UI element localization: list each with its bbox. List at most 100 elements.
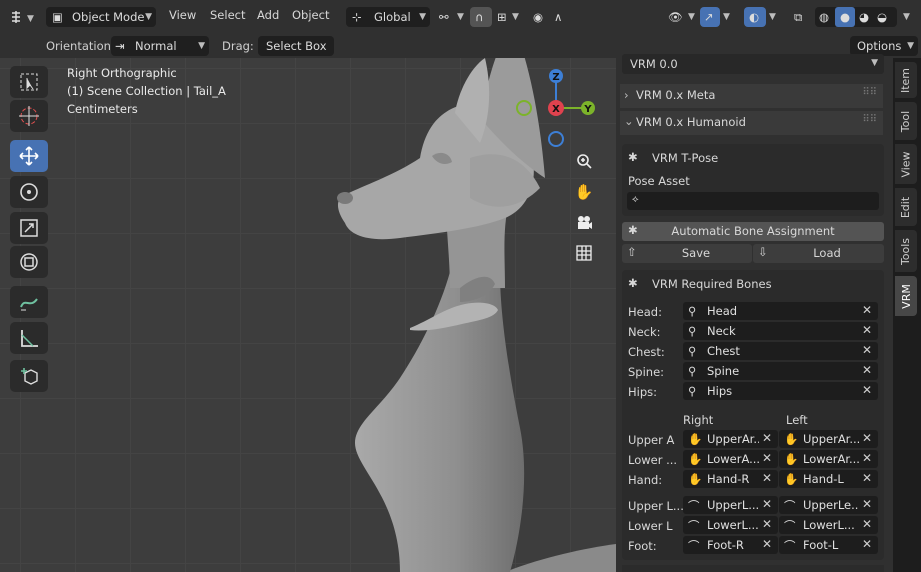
clear-x-icon[interactable]: ✕: [762, 431, 772, 445]
right-bone-field[interactable]: ⌒ Foot-R ✕: [683, 536, 778, 554]
left-bone-field[interactable]: ⌒ UpperLe... ✕: [779, 496, 878, 514]
clear-x-icon[interactable]: ✕: [862, 517, 872, 531]
bone-field[interactable]: ⚲ Hips ✕: [683, 382, 878, 400]
drag-dropdown[interactable]: Select Box: [258, 36, 334, 56]
drag-handle-icon[interactable]: ⠿⠿: [862, 87, 877, 98]
clear-x-icon[interactable]: ✕: [762, 497, 772, 511]
menu-object[interactable]: Object: [292, 8, 329, 22]
clear-x-icon[interactable]: ✕: [762, 451, 772, 465]
bone-field[interactable]: ⚲ Head ✕: [683, 302, 878, 320]
left-bone-field[interactable]: ✋ LowerAr... ✕: [779, 450, 878, 468]
menu-view[interactable]: View: [169, 8, 196, 22]
proportional-edit-toggle[interactable]: ◉: [528, 7, 550, 27]
scale-tool[interactable]: [10, 212, 48, 244]
rendered-shading-icon[interactable]: ◒: [877, 7, 887, 27]
material-shading-icon[interactable]: ◕: [859, 7, 869, 27]
visibility-dropdown[interactable]: 👁 ▼: [664, 7, 702, 27]
right-bone-field[interactable]: ✋ LowerA... ✕: [683, 450, 778, 468]
clear-x-icon[interactable]: ✕: [862, 383, 872, 397]
pan-button[interactable]: ✋: [571, 179, 597, 205]
rotate-tool[interactable]: [10, 176, 48, 208]
annotate-tool[interactable]: [10, 286, 48, 318]
gizmo-neg-z-axis[interactable]: [548, 131, 564, 147]
shading-dropdown[interactable]: ▼: [900, 7, 916, 27]
gizmo-dropdown[interactable]: ▼: [720, 7, 736, 27]
zoom-button[interactable]: [571, 148, 597, 174]
tab-edit[interactable]: Edit: [895, 188, 917, 226]
menu-select[interactable]: Select: [210, 8, 245, 22]
clear-x-icon[interactable]: ✕: [762, 517, 772, 531]
overlays-dropdown[interactable]: ▼: [766, 7, 782, 27]
panel-bottom-edge: [622, 565, 884, 572]
clear-x-icon[interactable]: ✕: [862, 431, 872, 445]
left-bone-field[interactable]: ⌒ LowerL... ✕: [779, 516, 878, 534]
snap-toggle[interactable]: ∩: [470, 7, 492, 27]
cursor-tool[interactable]: [10, 100, 48, 132]
gizmo-toggle[interactable]: ↗: [700, 7, 720, 27]
transform-orientation-dropdown[interactable]: ⊹ Global ▼: [346, 7, 430, 27]
transform-tool[interactable]: [10, 246, 48, 278]
overlays-toggle[interactable]: ◐: [744, 7, 766, 27]
clear-x-icon[interactable]: ✕: [862, 451, 872, 465]
select-box-tool[interactable]: [10, 66, 48, 98]
mode-dropdown[interactable]: ▣ Object Mode ▼: [46, 7, 156, 27]
clear-x-icon[interactable]: ✕: [762, 537, 772, 551]
load-button[interactable]: ⇩ Load: [753, 244, 884, 263]
auto-bone-assignment-button[interactable]: ✱ Automatic Bone Assignment: [622, 222, 884, 241]
pose-asset-field[interactable]: ⟡: [627, 192, 879, 210]
falloff-dropdown[interactable]: ∧: [550, 7, 572, 27]
measure-tool[interactable]: [10, 322, 48, 354]
options-dropdown[interactable]: Options ▼: [850, 36, 918, 56]
clear-x-icon[interactable]: ✕: [862, 537, 872, 551]
pivot-point-button[interactable]: ⚯ ▼: [436, 7, 468, 27]
drag-handle-icon[interactable]: ⠿⠿: [862, 114, 877, 125]
clear-x-icon[interactable]: ✕: [862, 363, 872, 377]
tab-item-label: Item: [899, 67, 913, 93]
vrm-version-value: VRM 0.0: [630, 57, 678, 71]
right-bone-field[interactable]: ✋ UpperAr... ✕: [683, 430, 778, 448]
bone-label: Hand:: [628, 473, 663, 487]
left-bone-field[interactable]: ✋ Hand-L ✕: [779, 470, 878, 488]
orientation-dropdown[interactable]: ⇥ Normal ▼: [111, 36, 209, 56]
tab-tools[interactable]: Tools: [895, 230, 917, 272]
object-mode-icon: ▣: [52, 10, 63, 24]
bone-field[interactable]: ⚲ Spine ✕: [683, 362, 878, 380]
vrm-humanoid-panel-header[interactable]: ⌄ VRM 0.x Humanoid ⠿⠿: [620, 111, 883, 135]
clear-x-icon[interactable]: ✕: [762, 471, 772, 485]
clear-x-icon[interactable]: ✕: [862, 343, 872, 357]
camera-view-button[interactable]: [571, 210, 597, 236]
solid-shading-icon[interactable]: ●: [835, 7, 855, 27]
save-button[interactable]: ⇧ Save: [622, 244, 752, 263]
editor-type-button[interactable]: ▼: [6, 7, 40, 27]
chevron-down-icon: ▼: [198, 41, 205, 51]
right-bone-field[interactable]: ✋ Hand-R ✕: [683, 470, 778, 488]
left-bone-field[interactable]: ✋ UpperAr... ✕: [779, 430, 878, 448]
menu-add[interactable]: Add: [257, 8, 279, 22]
move-tool[interactable]: [10, 140, 48, 172]
snap-target-dropdown[interactable]: ⊞ ▼: [494, 7, 524, 27]
bone-label: Upper L...: [628, 499, 684, 513]
right-bone-field[interactable]: ⌒ LowerL... ✕: [683, 516, 778, 534]
clear-x-icon[interactable]: ✕: [862, 303, 872, 317]
navigation-gizmo[interactable]: Z Y X: [510, 62, 602, 154]
clear-x-icon[interactable]: ✕: [862, 471, 872, 485]
clear-x-icon[interactable]: ✕: [862, 323, 872, 337]
ortho-toggle-button[interactable]: [571, 240, 597, 266]
wireframe-shading-icon[interactable]: ◍: [819, 7, 829, 27]
xray-toggle[interactable]: ⧉: [789, 7, 811, 27]
tab-view[interactable]: View: [895, 144, 917, 184]
bone-field[interactable]: ⚲ Neck ✕: [683, 322, 878, 340]
vrm-meta-panel-header[interactable]: › VRM 0.x Meta ⠿⠿: [620, 84, 883, 108]
vrm-version-dropdown[interactable]: VRM 0.0 ▼: [622, 54, 884, 74]
right-bone-field[interactable]: ⌒ UpperL... ✕: [683, 496, 778, 514]
tab-vrm[interactable]: VRM: [895, 276, 917, 316]
bone-field[interactable]: ⚲ Chest ✕: [683, 342, 878, 360]
tab-tool[interactable]: Tool: [895, 102, 917, 140]
clear-x-icon[interactable]: ✕: [862, 497, 872, 511]
3d-viewport[interactable]: Right Orthographic (1) Scene Collection …: [0, 58, 616, 572]
tab-item[interactable]: Item: [895, 62, 917, 98]
add-cube-tool[interactable]: [10, 360, 48, 392]
left-bone-field[interactable]: ⌒ Foot-L ✕: [779, 536, 878, 554]
gizmo-neg-y-axis[interactable]: [516, 100, 532, 116]
mode-label: Object Mode: [72, 10, 145, 24]
